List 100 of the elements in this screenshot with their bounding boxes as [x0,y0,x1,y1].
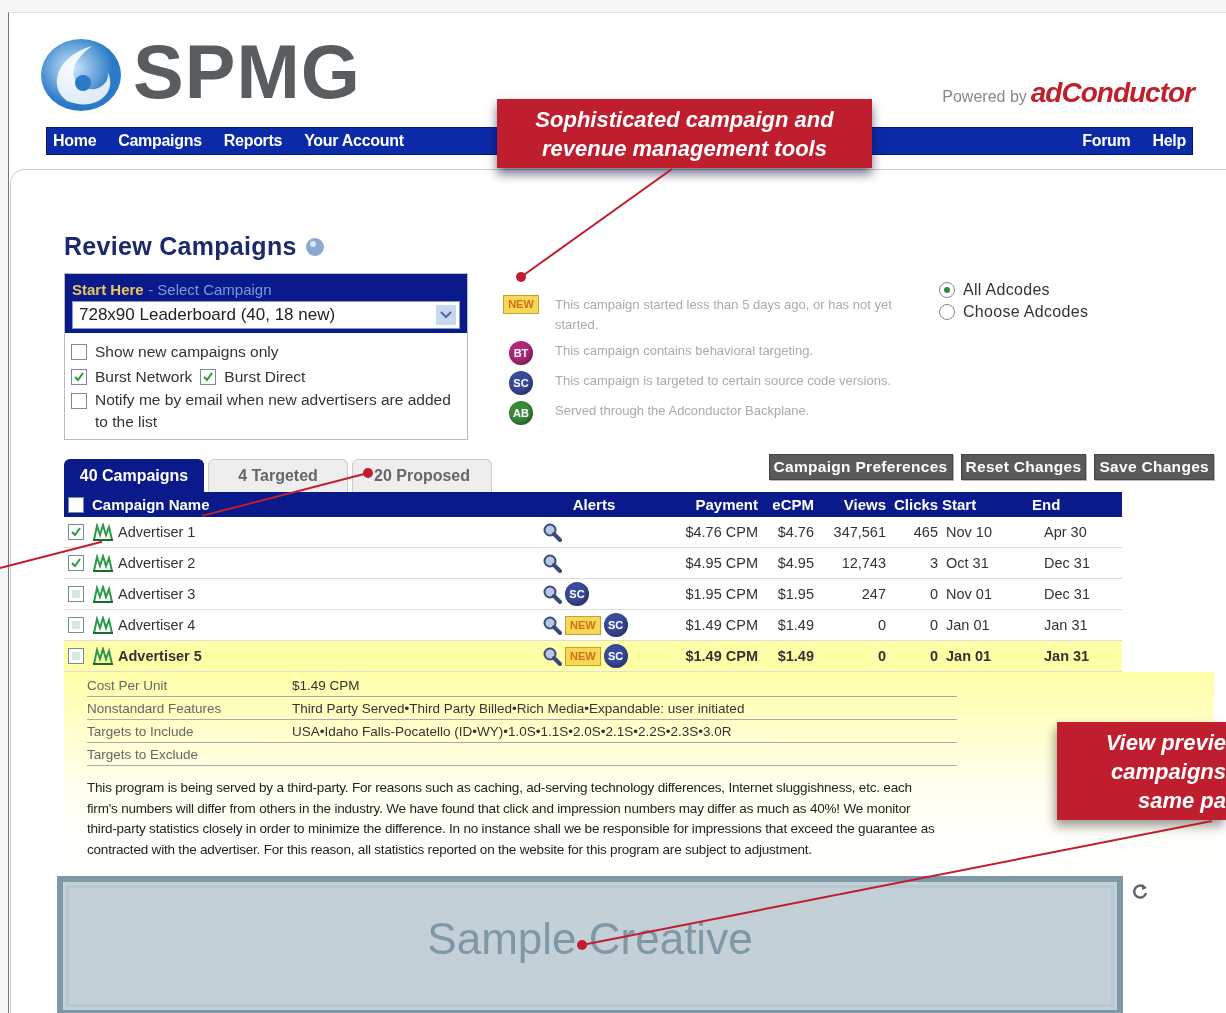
action-button[interactable]: Save Changes [1094,454,1214,480]
checkbox-label: Show new campaigns only [95,342,279,362]
tab[interactable]: 40 Campaigns [64,459,204,492]
table-cell-text: Jan 31 [1043,648,1091,664]
table-cell-text: Jan 01 [946,617,991,633]
table-cell-text: 0 [928,586,939,602]
nav-link[interactable]: Help [1152,132,1186,150]
detail-label: Targets to Exclude [87,746,200,762]
table-cell-text: $1.49 CPM [684,648,759,664]
table-cell-text: 465 [912,524,939,540]
banner-text: Sample Creative [427,914,753,965]
nav-link[interactable]: Campaigns [118,132,202,150]
column-header: End [1032,496,1062,513]
column-header: Start [942,496,978,513]
alert-badge: SC [565,582,589,606]
action-button[interactable]: Campaign Preferences [768,454,953,480]
table-cell-text: 12,743 [840,555,887,571]
table-cell-text: Advertiser 4 [118,617,197,633]
help-icon [304,236,325,257]
search-icon [542,522,562,542]
refresh-icon[interactable] [1131,882,1149,900]
plant-icon [92,616,114,634]
table-cell-text: Apr 30 [1043,524,1088,540]
table-cell-text: Jan 31 [1043,617,1089,633]
table-cell-text: $1.49 [776,617,815,633]
checkbox[interactable] [71,393,87,409]
plant-icon [92,647,114,665]
table-cell-text: 0 [876,648,887,664]
table-row[interactable]: Advertiser 1 $4.76 CPM $4.76 347,561 465 Nov 10 Apr 30 [64,517,1122,548]
campaign-dropdown[interactable]: 728x90 Leaderboard (40, 18 new) [72,301,460,329]
detail-value: Third Party Served•Third Party Billed•Rich Media•Expandable: user initiated [292,700,746,716]
nav-link[interactable]: Home [53,132,97,150]
table-row[interactable]: Advertiser 3 SC $1.95 CPM $1.95 247 0 Nov 01 Dec 31 [64,579,1122,610]
detail-label: Targets to Include [87,723,195,739]
radio-button[interactable] [939,282,955,298]
table-cell-text: $4.95 CPM [684,555,759,571]
disclaimer-text: This program is being served by a third-party. For reasons such as caching, ad-serving technology differences, Internet sluggishness, etc. each firm's numbers will differ from others in the industry. We have found that click and impression numbers may differ as much as 40%! We monitor third-party statistics closely in order to minimize the difference. In no instance shall we be responsible for impressions that exceed the guarantee as contracted with the advertiser. For this reason, all statistics reported on the website for this program are subject to adjustment. [87,779,936,859]
callout-text: Sophisticated campaign and [535,105,834,134]
checkbox[interactable] [71,343,87,360]
table-cell-text: Nov 01 [946,586,993,602]
table-row[interactable]: Advertiser 2 $4.95 CPM $4.95 12,743 3 Oct 31 Dec 31 [64,548,1122,579]
alert-badge: AB [509,401,533,425]
table-cell-text: 3 [928,555,939,571]
select-all-checkbox[interactable] [68,496,84,513]
legend-text: This campaign contains behavioral targeting. [555,342,813,360]
checkbox[interactable] [200,368,217,385]
new-badge: NEW [565,646,601,666]
search-icon [542,553,562,573]
search-icon [542,584,562,604]
table-cell-text: Advertiser 5 [118,648,203,664]
checkbox-label: Burst Direct [224,367,306,387]
column-header: Alerts [571,496,617,513]
new-badge: NEW [503,295,539,314]
checkbox[interactable] [68,555,84,571]
powered-by-label: Powered by [942,88,1027,106]
checkbox[interactable] [68,586,84,602]
search-icon [542,615,562,635]
table-cell-text: 347,561 [832,524,887,540]
legend-text: This campaign started less than 5 days ago, or has not yet started. [555,296,893,334]
table-cell-text: $1.49 CPM [684,617,759,633]
tab[interactable]: 4 Targeted [208,459,348,492]
table-cell-text: $4.76 [776,524,815,540]
table-cell-text: Dec 31 [1043,555,1091,571]
checkbox-label: Notify me by email when new advertisers are added to the list [95,390,452,432]
nav-link[interactable]: Forum [1082,132,1131,150]
alert-badge: SC [509,371,533,395]
logo-text: SPMG [133,37,361,107]
detail-value: USA•Idaho Falls-Pocatello (ID•WY)•1.0S•1.1S•2.0S•2.1S•2.2S•2.3S•3.0R [292,723,733,739]
table-cell-text: Jan 01 [946,648,993,664]
page-title: Review Campaigns [64,232,297,261]
table-row[interactable]: Advertiser 5 NEW SC $1.49 CPM $1.49 0 0 Jan 01 Jan 31 [64,641,1122,672]
plant-icon [92,585,114,603]
checkbox[interactable] [68,524,84,540]
checkbox[interactable] [68,648,84,664]
column-header: Views [842,496,887,513]
radio-label: All Adcodes [963,281,1050,299]
plant-icon [92,523,114,541]
detail-label: Nonstandard Features [87,700,223,716]
nav-link[interactable]: Reports [223,132,283,150]
radio-button[interactable] [939,304,955,320]
legend-text: Served through the Adconductor Backplane. [555,402,810,420]
detail-label: Cost Per Unit [87,677,169,693]
table-cell-text: 0 [876,617,887,633]
table-cell-text: $1.95 CPM [684,586,759,602]
selector-subheading: - Select Campaign [148,281,272,298]
table-cell-text: 247 [860,586,887,602]
checkbox[interactable] [68,617,84,633]
search-icon [542,646,562,666]
table-cell-text: $4.76 CPM [684,524,759,540]
checkbox[interactable] [71,368,87,385]
nav-link[interactable]: Your Account [304,132,404,150]
callout-text: campaigns [1111,757,1226,786]
dropdown-caret-icon [436,305,456,325]
table-cell-text: Nov 10 [946,524,993,540]
column-header: Campaign Name [92,496,211,513]
callout-text: revenue management tools [542,134,827,163]
action-button[interactable]: Reset Changes [960,454,1087,480]
table-cell-text: $4.95 [776,555,815,571]
tab[interactable]: 20 Proposed [352,459,492,492]
table-cell-text: 0 [928,648,939,664]
